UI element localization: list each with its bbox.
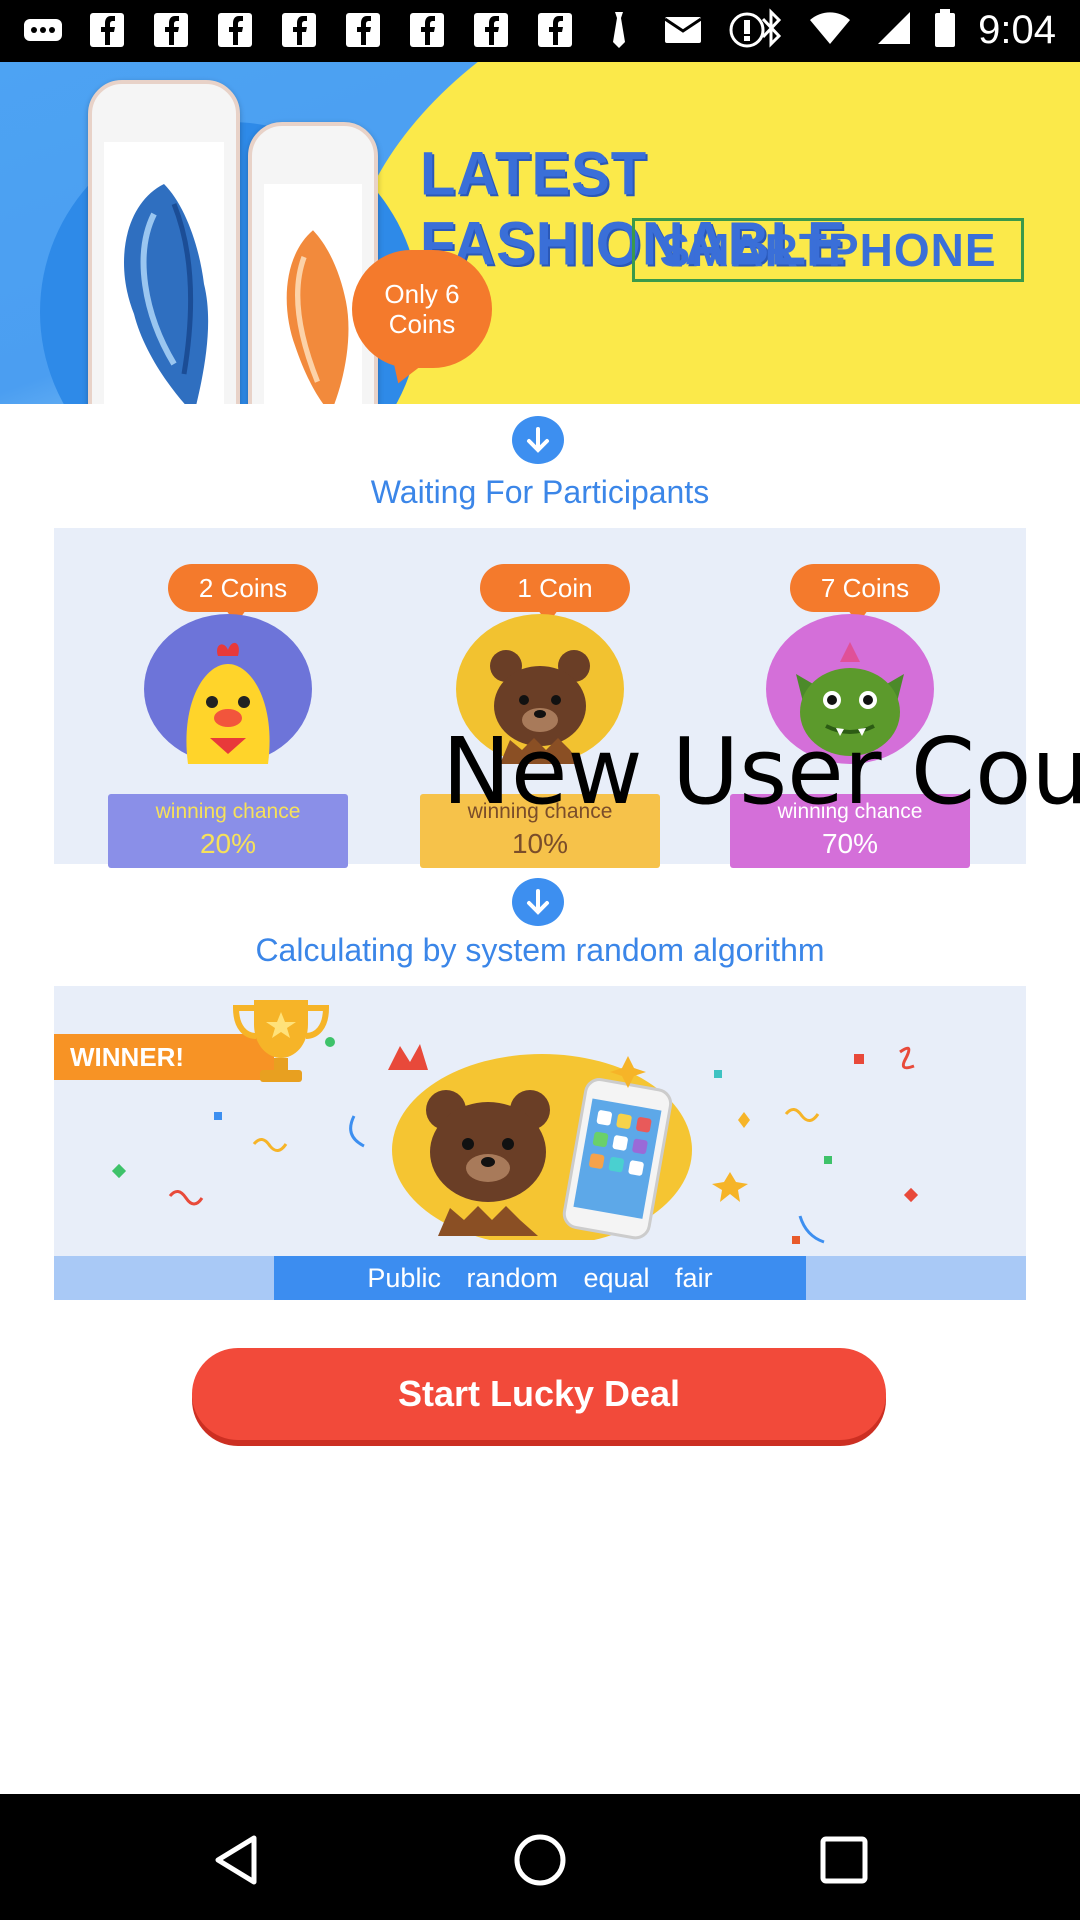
back-button[interactable] xyxy=(206,1830,266,1890)
banner-subtitle: SMARTPHONE xyxy=(659,224,997,276)
phone-image-front xyxy=(88,80,240,404)
blue-fish-icon xyxy=(124,184,209,404)
phone-image-back xyxy=(248,122,378,404)
facebook-icon xyxy=(214,10,256,50)
chance-label: winning chance xyxy=(155,800,301,823)
system-icons: 9:04 xyxy=(756,8,1056,53)
facebook-icon xyxy=(470,10,512,50)
price-bubble: Only 6 Coins xyxy=(352,250,492,368)
banner-subtitle-box: SMARTPHONE xyxy=(632,218,1024,282)
tie-icon xyxy=(598,10,640,50)
coin-bubble: 2 Coins xyxy=(168,564,318,624)
recents-icon xyxy=(820,1836,868,1884)
home-button[interactable] xyxy=(510,1830,570,1890)
facebook-icon xyxy=(406,10,448,50)
clock: 9:04 xyxy=(978,8,1056,52)
promo-banner[interactable]: LATEST FASHIONABLE SMARTPHONE Only 6 Coi… xyxy=(0,62,1080,404)
battery-icon xyxy=(934,8,956,53)
coin-bubble: 7 Coins xyxy=(790,564,940,624)
mail-icon xyxy=(662,10,704,50)
arrow-down-icon xyxy=(512,416,564,464)
participant-card[interactable]: 2 Coins winning chance 20% xyxy=(108,558,348,868)
arrow-down-icon xyxy=(512,878,564,926)
facebook-icon xyxy=(278,10,320,50)
start-lucky-deal-button[interactable]: Start Lucky Deal xyxy=(192,1348,886,1440)
more-icon xyxy=(22,10,64,50)
winner-panel: WINNER! Public random equal fair xyxy=(54,986,1026,1300)
navigation-bar xyxy=(0,1794,1080,1920)
home-icon xyxy=(514,1834,566,1886)
chance-value: 70% xyxy=(821,828,879,859)
confetti-decoration xyxy=(111,1037,919,1244)
bubble-line-2: Coins xyxy=(388,309,456,339)
screen: 9:04 LATEST FASHIONABLE SMARTPHONE Only … xyxy=(0,0,1080,1920)
facebook-icon xyxy=(534,10,576,50)
chance-value: 10% xyxy=(511,828,569,859)
back-icon xyxy=(215,1835,257,1885)
status-bar: 9:04 xyxy=(0,0,1080,62)
orange-fish-icon xyxy=(286,230,349,404)
notification-icons xyxy=(22,10,768,50)
chick-icon xyxy=(186,642,270,764)
footer-label: Public random equal fair xyxy=(274,1256,806,1300)
chance-value: 20% xyxy=(199,828,257,859)
facebook-icon xyxy=(150,10,192,50)
participants-title: Waiting For Participants xyxy=(370,474,710,510)
facebook-icon xyxy=(86,10,128,50)
avatar xyxy=(144,614,312,764)
overlay-text: New User Cou xyxy=(442,718,1080,825)
coin-bubble: 1 Coin xyxy=(480,564,630,624)
wifi-icon xyxy=(808,10,852,51)
facebook-icon xyxy=(342,10,384,50)
winning-chance-box: winning chance 20% xyxy=(108,794,348,868)
signal-icon xyxy=(874,10,912,51)
bluetooth-icon xyxy=(756,8,786,53)
calculation-title: Calculating by system random algorithm xyxy=(255,932,825,968)
bubble-line-1: Only 6 xyxy=(384,279,460,309)
recents-button[interactable] xyxy=(814,1830,874,1890)
